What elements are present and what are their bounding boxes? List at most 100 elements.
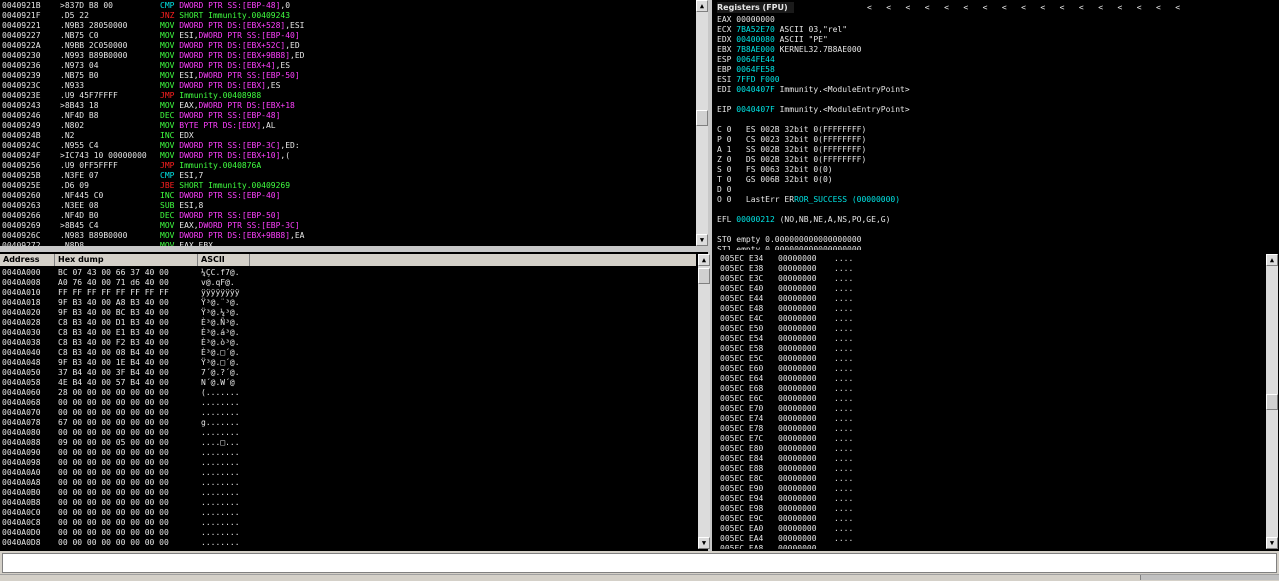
register-line[interactable]: ESI 7FFD F000 xyxy=(717,75,1272,85)
hex-dump-listing[interactable]: 0040A000 BC 07 43 00 66 37 40 00 ¼ÇC.f7@. 0… xyxy=(2,268,692,548)
dump-row[interactable]: 0040A0C8 00 00 00 00 00 00 00 00........ xyxy=(2,518,692,528)
stack-row[interactable]: 005EC E80 00000000.... xyxy=(720,444,1260,454)
dump-row[interactable]: 0040A050 37 B4 40 00 3F B4 40 00 7´@.?´@. xyxy=(2,368,692,378)
dump-row[interactable]: 0040A0D8 00 00 00 00 00 00 00 00........ xyxy=(2,538,692,548)
scroll-thumb[interactable] xyxy=(1266,394,1278,410)
disassembly-pane[interactable]: 0040921B >837D B8 00 CMP DWORD PTR SS:[EBP… xyxy=(0,0,696,246)
dump-row[interactable]: 0040A048 9F B3 40 00 1E B4 40 00 Ÿ³@.□´@. xyxy=(2,358,692,368)
stack-row[interactable]: 005EC E70 00000000.... xyxy=(720,404,1260,414)
stack-row[interactable]: 005EC EA8 00000000.... xyxy=(720,544,1260,549)
register-line[interactable] xyxy=(717,115,1272,125)
dump-row[interactable]: 0040A0A0 00 00 00 00 00 00 00 00........ xyxy=(2,468,692,478)
dump-header-hex[interactable]: Hex dump xyxy=(55,254,198,266)
register-line[interactable]: P 0 CS 0023 32bit 0(FFFFFFFF) xyxy=(717,135,1272,145)
dump-row[interactable]: 0040A098 00 00 00 00 00 00 00 00........ xyxy=(2,458,692,468)
stack-row[interactable]: 005EC E98 00000000.... xyxy=(720,504,1260,514)
disassembly-scrollbar[interactable]: ▲ ▼ xyxy=(696,0,708,246)
register-line[interactable]: S 0 FS 0063 32bit 0(0) xyxy=(717,165,1272,175)
dump-scrollbar[interactable]: ▲ ▼ xyxy=(698,254,710,549)
dump-row[interactable]: 0040A088 09 00 00 00 05 00 00 00 ....□... xyxy=(2,438,692,448)
stack-row[interactable]: 005EC E78 00000000.... xyxy=(720,424,1260,434)
disasm-row[interactable]: 0040924C .N955 C4 MOV DWORD PTR SS:[EBP-3C… xyxy=(2,141,692,151)
dump-row[interactable]: 0040A0C0 00 00 00 00 00 00 00 00........ xyxy=(2,508,692,518)
disasm-row[interactable]: 00409249 .N802 MOV BYTE PTR DS:[EDX],AL xyxy=(2,121,692,131)
disasm-row[interactable]: 0040921F .D5 22 JNZ SHORT Immunity.0040924… xyxy=(2,11,692,21)
stack-row[interactable]: 005EC E6C 00000000.... xyxy=(720,394,1260,404)
disasm-row[interactable]: 00409243 >8B43 18 MOV EAX,DWORD PTR DS:[EB… xyxy=(2,101,692,111)
stack-row[interactable]: 005EC E90 00000000.... xyxy=(720,484,1260,494)
disasm-row[interactable]: 00409260 .NF445 C0 INC DWORD PTR SS:[EBP-4… xyxy=(2,191,692,201)
disasm-row[interactable]: 00409230 .N993 B89B0000 MOV DWORD PTR DS:[… xyxy=(2,51,692,61)
register-line[interactable]: EAX 00000000 xyxy=(717,15,1272,25)
dump-row[interactable]: 0040A060 28 00 00 00 00 00 00 00 (....... xyxy=(2,388,692,398)
register-line[interactable]: ECX 7BA52E70 ASCII 03,"rel" xyxy=(717,25,1272,35)
register-line[interactable]: D 0 xyxy=(717,185,1272,195)
stack-row[interactable]: 005EC E5C 00000000.... xyxy=(720,354,1260,364)
stack-row[interactable]: 005EC E74 00000000.... xyxy=(720,414,1260,424)
hex-dump-pane[interactable]: Address Hex dump ASCII 0040A000 BC 07 43 … xyxy=(0,252,696,549)
dump-row[interactable]: 0040A008 A0 76 40 00 71 d6 40 00 v@.qF@. xyxy=(2,278,692,288)
scroll-thumb[interactable] xyxy=(698,268,710,284)
disasm-row[interactable]: 0040924F >IC743 10 00000000 MOV DWORD PTR … xyxy=(2,151,692,161)
disasm-row[interactable]: 00409246 .NF4D B8 DEC DWORD PTR SS:[EBP-48… xyxy=(2,111,692,121)
registers-pane[interactable]: Registers (FPU) < < < < < < < < < < < < … xyxy=(712,0,1279,250)
disasm-row[interactable]: 0040925B .N3FE 07 CMP ESI,7 xyxy=(2,171,692,181)
dump-row[interactable]: 0040A070 00 00 00 00 00 00 00 00........ xyxy=(2,408,692,418)
stack-row[interactable]: 005EC E84 00000000.... xyxy=(720,454,1260,464)
dump-row[interactable]: 0040A068 00 00 00 00 00 00 00 00........ xyxy=(2,398,692,408)
register-line[interactable]: A 1 SS 002B 32bit 0(FFFFFFFF) xyxy=(717,145,1272,155)
register-line[interactable]: EBX 7B8AE000 KERNEL32.7B8AE000 xyxy=(717,45,1272,55)
stack-row[interactable]: 005EC E4C 00000000.... xyxy=(720,314,1260,324)
stack-row[interactable]: 005EC E40 00000000.... xyxy=(720,284,1260,294)
dump-header-ascii[interactable]: ASCII xyxy=(198,254,250,266)
register-line[interactable]: Z 0 DS 002B 32bit 0(FFFFFFFF) xyxy=(717,155,1272,165)
dump-row[interactable]: 0040A018 9F B3 40 00 A8 B3 40 00 Ÿ³@.¨³@. xyxy=(2,298,692,308)
stack-row[interactable]: 005EC E58 00000000.... xyxy=(720,344,1260,354)
disasm-row[interactable]: 00409221 .N9B3 28050000 MOV DWORD PTR DS:[… xyxy=(2,21,692,31)
dump-row[interactable]: 0040A058 4E B4 40 00 57 B4 40 00 N´@.W´@ xyxy=(2,378,692,388)
stack-row[interactable]: 005EC E68 00000000.... xyxy=(720,384,1260,394)
disasm-row[interactable]: 0040923E .U9 45F7FFFF JMP Immunity.0040898… xyxy=(2,91,692,101)
scroll-down-arrow-icon[interactable]: ▼ xyxy=(696,234,708,246)
dump-row[interactable]: 0040A0B0 00 00 00 00 00 00 00 00........ xyxy=(2,488,692,498)
register-line[interactable]: EDX 00400080 ASCII "PE" xyxy=(717,35,1272,45)
register-line[interactable]: C 0 ES 002B 32bit 0(FFFFFFFF) xyxy=(717,125,1272,135)
disasm-row[interactable]: 0040925E .D6 09 JBE SHORT Immunity.0040926… xyxy=(2,181,692,191)
register-line[interactable]: ESP 0064FE44 xyxy=(717,55,1272,65)
stack-listing[interactable]: 005EC E34 00000000.... 005EC E38 00000000..… xyxy=(720,254,1260,549)
register-line[interactable]: EDI 0040407F Immunity.<ModuleEntryPoint> xyxy=(717,85,1272,95)
dump-row[interactable]: 0040A078 67 00 00 00 00 00 00 00 g....... xyxy=(2,418,692,428)
register-nav-arrows[interactable]: < < < < < < < < < < < < < < < < < xyxy=(867,2,1180,13)
register-line[interactable]: ST1 empty 0.000000000000000000 xyxy=(717,245,1272,250)
stack-row[interactable]: 005EC E7C 00000000.... xyxy=(720,434,1260,444)
stack-row[interactable]: 005EC E54 00000000.... xyxy=(720,334,1260,344)
register-line[interactable]: EFL 00000212 (NO,NB,NE,A,NS,PO,GE,G) xyxy=(717,215,1272,225)
dump-row[interactable]: 0040A028 C8 B3 40 00 D1 B3 40 00 È³@.Ñ³@. xyxy=(2,318,692,328)
disasm-row[interactable]: 0040926C .N983 B89B0000 MOV DWORD PTR DS:[… xyxy=(2,231,692,241)
disasm-row[interactable]: 00409239 .NB75 B0 MOV ESI,DWORD PTR SS:[EB… xyxy=(2,71,692,81)
stack-row[interactable]: 005EC E3C 00000000.... xyxy=(720,274,1260,284)
dump-row[interactable]: 0040A090 00 00 00 00 00 00 00 00........ xyxy=(2,448,692,458)
dump-row[interactable]: 0040A0B8 00 00 00 00 00 00 00 00........ xyxy=(2,498,692,508)
stack-row[interactable]: 005EC E38 00000000.... xyxy=(720,264,1260,274)
disasm-row[interactable]: 0040923C .N933 MOV DWORD PTR DS:[EBX],ES xyxy=(2,81,692,91)
disasm-row[interactable]: 0040924B .N2 INC EDX xyxy=(2,131,692,141)
dump-row[interactable]: 0040A080 00 00 00 00 00 00 00 00........ xyxy=(2,428,692,438)
dump-row[interactable]: 0040A030 C8 B3 40 00 E1 B3 40 00 È³@.á³@. xyxy=(2,328,692,338)
stack-row[interactable]: 005EC E64 00000000.... xyxy=(720,374,1260,384)
command-input[interactable] xyxy=(2,553,1277,573)
stack-row[interactable]: 005EC E94 00000000.... xyxy=(720,494,1260,504)
disasm-row[interactable]: 00409227 .NB75 C0 MOV ESI,DWORD PTR SS:[EB… xyxy=(2,31,692,41)
stack-row[interactable]: 005EC E60 00000000.... xyxy=(720,364,1260,374)
register-line[interactable]: EBP 0064FE58 xyxy=(717,65,1272,75)
scroll-up-arrow-icon[interactable]: ▲ xyxy=(696,0,708,12)
stack-row[interactable]: 005EC EA4 00000000.... xyxy=(720,534,1260,544)
dump-row[interactable]: 0040A0A8 00 00 00 00 00 00 00 00........ xyxy=(2,478,692,488)
dump-row[interactable]: 0040A010 FF FF FF FF FF FF FF FF ÿÿÿÿÿÿÿÿ xyxy=(2,288,692,298)
register-line[interactable]: T 0 GS 006B 32bit 0(0) xyxy=(717,175,1272,185)
scroll-up-arrow-icon[interactable]: ▲ xyxy=(1266,254,1278,266)
register-line[interactable]: ST0 empty 0.000000000000000000 xyxy=(717,235,1272,245)
disasm-row[interactable]: 00409266 .NF4D B0 DEC DWORD PTR SS:[EBP-50… xyxy=(2,211,692,221)
stack-row[interactable]: 005EC EA0 00000000.... xyxy=(720,524,1260,534)
stack-scrollbar[interactable]: ▲ ▼ xyxy=(1266,254,1278,549)
